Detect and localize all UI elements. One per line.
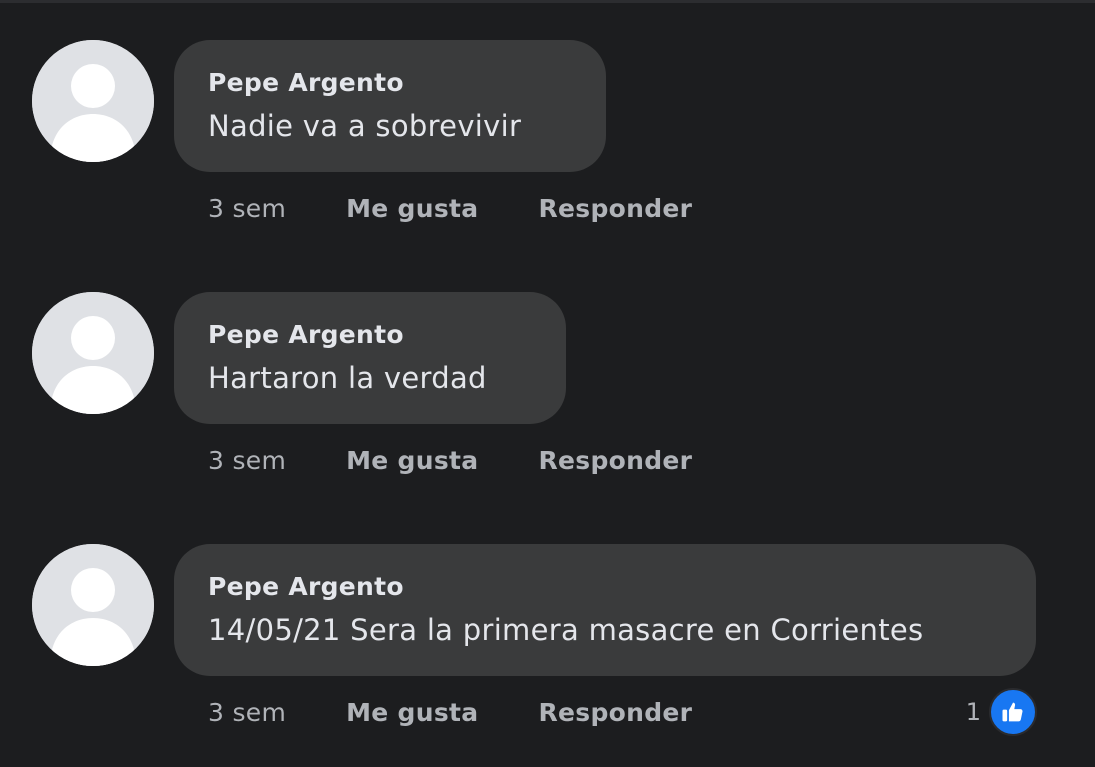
avatar[interactable]: [32, 544, 154, 666]
comment-author[interactable]: Pepe Argento: [208, 570, 1002, 604]
like-button[interactable]: Me gusta: [346, 446, 478, 475]
thumbs-up-icon: [989, 688, 1037, 736]
comment: Pepe Argento Nadie va a sobrevivir 3 sem…: [0, 0, 1095, 230]
comment-actions: 3 sem Me gusta Responder: [208, 190, 692, 226]
avatar[interactable]: [32, 292, 154, 414]
comment-thread: Pepe Argento Nadie va a sobrevivir 3 sem…: [0, 0, 1095, 767]
comment-timestamp[interactable]: 3 sem: [208, 698, 286, 727]
comment: Pepe Argento Hartaron la verdad 3 sem Me…: [0, 252, 1095, 482]
default-user-icon: [32, 544, 154, 666]
comment-bubble: Pepe Argento Nadie va a sobrevivir: [174, 40, 606, 172]
comment-actions: 3 sem Me gusta Responder: [208, 442, 692, 478]
comment-text: 14/05/21 Sera la primera masacre en Corr…: [208, 613, 924, 647]
comment-text: Hartaron la verdad: [208, 361, 487, 395]
reaction-count: 1: [965, 698, 981, 726]
comment: Pepe Argento 14/05/21 Sera la primera ma…: [0, 504, 1095, 734]
comment-author[interactable]: Pepe Argento: [208, 318, 532, 352]
default-user-icon: [32, 292, 154, 414]
comment-bubble: Pepe Argento Hartaron la verdad: [174, 292, 566, 424]
like-button[interactable]: Me gusta: [346, 698, 478, 727]
default-user-icon: [32, 40, 154, 162]
reply-button[interactable]: Responder: [538, 194, 692, 223]
like-button[interactable]: Me gusta: [346, 194, 478, 223]
reaction-summary[interactable]: 1: [966, 688, 1037, 736]
comment-text: Nadie va a sobrevivir: [208, 109, 522, 143]
comment-author[interactable]: Pepe Argento: [208, 66, 572, 100]
comment-timestamp[interactable]: 3 sem: [208, 446, 286, 475]
comment-bubble: Pepe Argento 14/05/21 Sera la primera ma…: [174, 544, 1036, 676]
reply-button[interactable]: Responder: [538, 698, 692, 727]
comment-actions: 3 sem Me gusta Responder: [208, 694, 692, 730]
avatar[interactable]: [32, 40, 154, 162]
comment-timestamp[interactable]: 3 sem: [208, 194, 286, 223]
reply-button[interactable]: Responder: [538, 446, 692, 475]
